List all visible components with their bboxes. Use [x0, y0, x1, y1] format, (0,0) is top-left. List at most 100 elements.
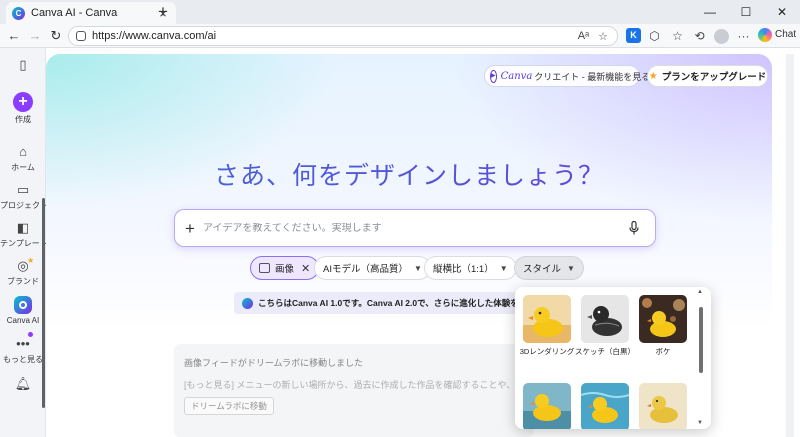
style-option-5[interactable] — [581, 383, 629, 429]
image-icon — [259, 263, 270, 273]
ai-model-dropdown[interactable]: AIモデル（高品質） ▼ — [314, 256, 431, 280]
chip-label: スタイル — [523, 264, 562, 275]
chip-label: 縦横比（1:1） — [433, 264, 494, 275]
minimize-icon[interactable]: — — [692, 0, 728, 24]
close-window-icon[interactable]: ✕ — [764, 0, 800, 24]
info-banner[interactable]: こちらはCanva AI 1.0です。Canva AI 2.0で、さらに進化した… — [234, 292, 524, 314]
read-aloud-icon[interactable]: Aᵃ — [578, 30, 589, 42]
style-option-4[interactable] — [523, 383, 571, 429]
rail-scrollbar[interactable] — [42, 198, 45, 408]
sidebar-item-label: Canva AI — [6, 316, 40, 325]
style-option-6[interactable] — [639, 383, 687, 429]
create-label: 作成 — [15, 115, 31, 124]
chevron-down-icon: ▼ — [567, 263, 575, 273]
sidebar-item-label: プロジェクト — [0, 201, 48, 210]
go-to-dreamlab-button[interactable]: ドリームラボに移動 — [184, 397, 274, 415]
remove-icon[interactable]: ✕ — [301, 262, 310, 275]
home-icon: ⌂ — [19, 144, 27, 159]
tab-title: Canva AI - Canva — [31, 7, 118, 19]
plus-icon: + — [13, 92, 33, 112]
create-button[interactable]: + 作成 — [0, 92, 46, 125]
folder-icon: ▭ — [16, 182, 30, 197]
banner-text: こちらはCanva AI 1.0です。Canva AI 2.0で、さらに進化した… — [258, 298, 524, 308]
scroll-up-icon[interactable]: ▲ — [697, 289, 703, 295]
maximize-icon[interactable]: ☐ — [728, 0, 764, 24]
reload-icon[interactable]: ↻ — [47, 27, 65, 45]
history-icon[interactable]: ⟲ — [692, 29, 707, 44]
profile-avatar-icon[interactable] — [714, 29, 729, 44]
crown-icon: ★ — [648, 70, 658, 82]
sidebar-item-templates[interactable]: ◧ テンプレート — [0, 220, 48, 249]
image-mode-chip[interactable]: 画像 ✕ — [250, 256, 320, 280]
sidebar-item-home[interactable]: ⌂ ホーム — [0, 144, 46, 173]
rubber-duck-sketch-image — [581, 295, 629, 343]
left-rail: ▯ + 作成 ⌂ ホーム ▭ プロジェクト ◧ テンプレート ★ ◎ ブランド … — [0, 48, 48, 437]
chip-label: 画像 — [275, 264, 295, 275]
more-menu-icon[interactable]: ··· — [736, 29, 751, 44]
bell-icon: 🔔︎ — [14, 376, 32, 391]
style-caption: スケッチ（白黒） — [575, 347, 635, 356]
style-dropdown-panel: 3Dレンダリング スケッチ（白黒） ボケ ▲ ▼ — [515, 287, 711, 429]
toggle-sidebar-button[interactable]: ▯ — [0, 57, 46, 73]
lock-icon — [76, 31, 86, 41]
aspect-ratio-dropdown[interactable]: 縦横比（1:1） ▼ — [424, 256, 517, 280]
browser-tab[interactable]: C Canva AI - Canva × — [6, 2, 176, 24]
forward-icon[interactable]: → — [26, 27, 44, 45]
sidebar-item-projects[interactable]: ▭ プロジェクト — [0, 182, 48, 211]
sidebar-item-canva-ai[interactable]: Canva AI — [0, 296, 46, 337]
favorite-star-icon[interactable]: ☆ — [598, 30, 608, 43]
rubber-duck-illustration-image — [639, 383, 687, 429]
sidebar-item-label: もっと見る — [3, 355, 43, 364]
notifications-button[interactable]: 🔔︎ — [0, 376, 46, 392]
url-field[interactable]: https://www.canva.com/ai Aᵃ ☆ — [68, 26, 618, 46]
browser-titlebar: C Canva AI - Canva × + — ☐ ✕ — [0, 0, 800, 24]
sidebar-item-more[interactable]: ••• もっと見る — [0, 336, 46, 365]
page-title: さあ、何をデザインしましょう？ — [46, 156, 772, 192]
add-attachment-icon[interactable]: + — [185, 220, 195, 237]
promo-text: クリエイト - 最新機能を見る — [534, 71, 651, 82]
new-tab-icon[interactable]: + — [152, 3, 174, 21]
crown-icon: ★ — [27, 256, 35, 265]
rubber-duck-bokeh-image — [639, 295, 687, 343]
scroll-down-icon[interactable]: ▼ — [697, 420, 703, 426]
style-option-bokeh[interactable] — [639, 295, 687, 343]
more-icon: ••• — [16, 336, 30, 351]
canva-favicon-icon: C — [12, 6, 25, 20]
microphone-icon[interactable] — [625, 219, 643, 237]
canva-logo-text: Canva — [500, 70, 533, 82]
copilot-icon[interactable] — [758, 28, 772, 42]
rubber-duck-pool-image — [581, 383, 629, 429]
template-icon: ◧ — [16, 220, 30, 235]
chevron-down-icon: ▼ — [499, 263, 508, 273]
style-option-sketch[interactable] — [581, 295, 629, 343]
dropdown-scrollbar[interactable] — [699, 307, 703, 373]
notice-description: [もっと見る] メニューの新しい場所から、過去に作成した作品を確認することや、最… — [184, 380, 543, 390]
sidebar-item-brand[interactable]: ★ ◎ ブランド — [0, 256, 46, 287]
brand-icon: ◎ — [17, 258, 29, 273]
chevron-down-icon: ▼ — [413, 263, 422, 273]
chat-label[interactable]: Chat — [775, 29, 796, 40]
feed-moved-notice: 画像フィードがドリームラボに移動しました [もっと見る] メニューの新しい場所か… — [174, 344, 542, 437]
rubber-duck-3d-image — [523, 295, 571, 343]
canva-ai-icon — [14, 296, 32, 314]
upgrade-plan-button[interactable]: ★ プランをアップグレード — [647, 65, 768, 87]
favorites-icon[interactable]: ☆ — [670, 29, 685, 44]
extension-icon[interactable]: K — [626, 28, 641, 43]
style-caption: 3Dレンダリング — [519, 347, 575, 356]
notice-title: 画像フィードがドリームラボに移動しました — [184, 358, 364, 368]
main-content: ▶ Canva クリエイト - 最新機能を見る ★ プランをアップグレード さあ… — [46, 48, 800, 437]
prompt-input[interactable] — [202, 222, 625, 234]
window-controls: — ☐ ✕ — [692, 0, 800, 24]
style-option-3d-render[interactable] — [523, 295, 571, 343]
canva-ai-icon — [242, 297, 253, 309]
play-icon: ▶ — [490, 69, 497, 83]
style-dropdown[interactable]: スタイル ▼ — [514, 256, 584, 280]
puzzle-icon[interactable]: ⬡ — [647, 29, 662, 44]
whats-new-button[interactable]: ▶ Canva クリエイト - 最新機能を見る — [484, 65, 650, 87]
sidebar-item-label: テンプレート — [0, 239, 48, 248]
main-scrollbar[interactable] — [786, 54, 794, 437]
chip-label: AIモデル（高品質） — [323, 264, 408, 275]
style-caption: ボケ — [655, 347, 671, 356]
back-icon[interactable]: ← — [5, 27, 23, 45]
sidebar-item-label: ホーム — [11, 163, 35, 172]
